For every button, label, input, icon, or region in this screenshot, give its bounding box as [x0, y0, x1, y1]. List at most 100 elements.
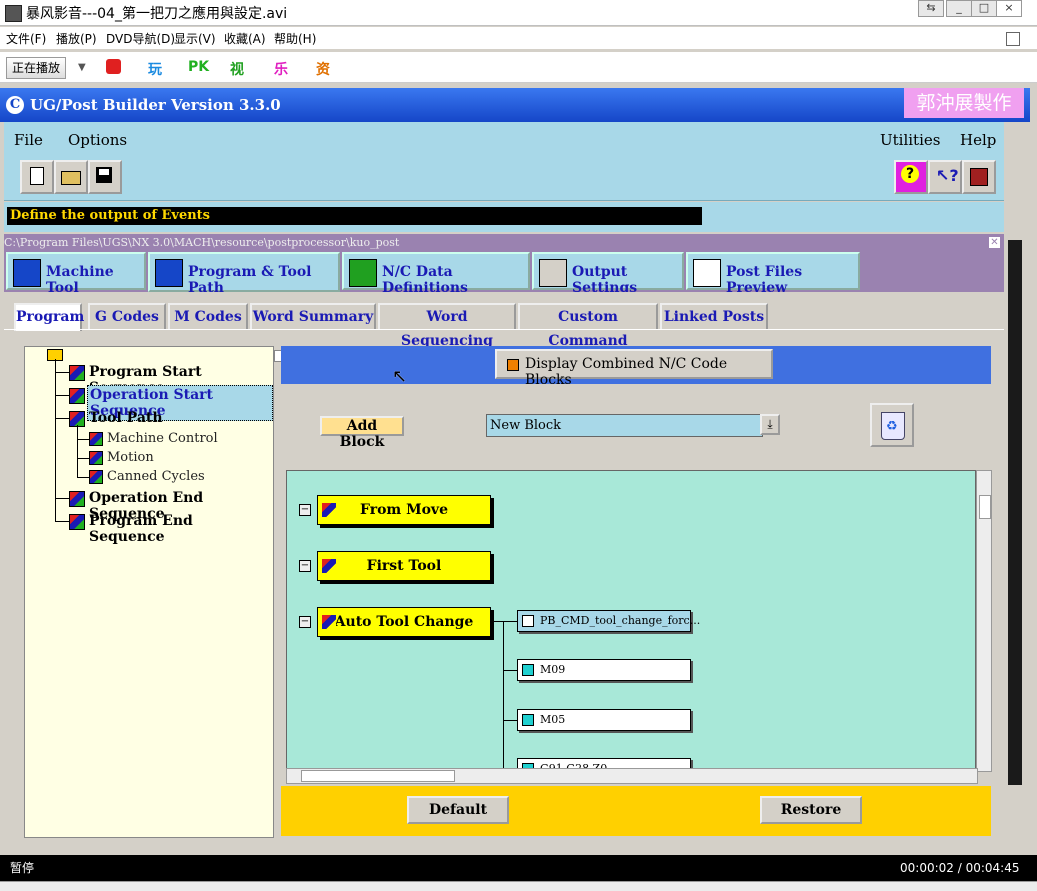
- subtab-g-codes[interactable]: G Codes: [88, 303, 166, 329]
- close-button[interactable]: ×: [996, 0, 1022, 17]
- new-file-icon[interactable]: [20, 160, 54, 194]
- main-tabs: Machine Tool Program & Tool Path N/C Dat…: [4, 252, 1004, 296]
- cube-icon: [89, 432, 103, 446]
- menu-file-ug[interactable]: File: [14, 131, 43, 149]
- subtab-program[interactable]: Program: [14, 303, 84, 331]
- play-channel-icon[interactable]: 玩: [148, 59, 162, 79]
- ug-menu-bar: File Options Utilities Help: [4, 122, 1004, 154]
- tree-item-program-end[interactable]: Program End Sequence: [89, 513, 273, 545]
- subtab-m-codes[interactable]: M Codes: [168, 303, 248, 329]
- tree-item-tool-path[interactable]: Tool Path: [89, 410, 163, 426]
- tab-machine-tool[interactable]: Machine Tool: [6, 252, 146, 296]
- event-canvas[interactable]: − From Move − First Tool − Auto Tool Cha…: [286, 470, 976, 770]
- horizontal-scrollbar[interactable]: [286, 768, 978, 784]
- menu-view[interactable]: 显示(V): [174, 30, 216, 47]
- context-help-icon[interactable]: ↖?: [928, 160, 962, 194]
- menu-options[interactable]: Options: [68, 131, 127, 149]
- minimize-button[interactable]: _: [946, 0, 972, 17]
- close-icon[interactable]: ✕: [989, 237, 1000, 248]
- save-icon[interactable]: [88, 160, 122, 194]
- music-channel-icon[interactable]: 乐: [274, 59, 288, 79]
- mouse-cursor-icon: ↖: [392, 366, 408, 387]
- post-path: C:\Program Files\UGS\NX 3.0\MACH\resourc…: [4, 236, 400, 249]
- footer-bar: [281, 786, 991, 836]
- add-block-button[interactable]: Add Block: [320, 416, 404, 450]
- playback-time: 00:00:02 / 00:04:45: [900, 861, 1020, 875]
- open-folder-icon[interactable]: [54, 160, 88, 194]
- info-channel-icon[interactable]: 资: [316, 59, 330, 79]
- help-balloon-icon[interactable]: ?: [894, 160, 928, 194]
- display-combined-button[interactable]: Display Combined N/C Code Blocks: [495, 349, 773, 388]
- subtab-word-sequencing[interactable]: Word Sequencing: [378, 303, 516, 349]
- tree-item-machine-control[interactable]: Machine Control: [107, 431, 218, 446]
- tree-item-canned-cycles[interactable]: Canned Cycles: [107, 469, 205, 484]
- menu-help[interactable]: 帮助(H): [274, 30, 316, 47]
- collapse-icon[interactable]: −: [299, 616, 311, 628]
- skin-button[interactable]: ⇆: [918, 0, 944, 17]
- vertical-scrollbar[interactable]: [976, 470, 992, 772]
- playback-status: 暂停: [10, 861, 35, 875]
- printer-icon: [693, 259, 721, 287]
- now-playing-tab[interactable]: 正在播放: [6, 57, 66, 79]
- path-bar: C:\Program Files\UGS\NX 3.0\MACH\resourc…: [4, 234, 1004, 252]
- home-icon[interactable]: [106, 59, 121, 74]
- tab-post-files-preview[interactable]: Post Files Preview: [686, 252, 860, 296]
- event-auto-tool-change[interactable]: Auto Tool Change: [317, 607, 491, 637]
- toolpath-icon: [155, 259, 183, 287]
- menu-favorites[interactable]: 收藏(A): [224, 30, 266, 47]
- manual-book-icon[interactable]: [962, 160, 996, 194]
- player-menu-bar: 文件(F) 播放(P) DVD导航(D) 显示(V) 收藏(A) 帮助(H): [0, 27, 1037, 49]
- subtab-word-summary[interactable]: Word Summary: [250, 303, 376, 329]
- cube-icon: [69, 491, 85, 507]
- app-icon: [5, 5, 22, 22]
- player-title-bar: 暴风影音---04_第一把刀之應用與設定.avi ⇆ _ □ ×: [0, 0, 1037, 26]
- video-channel-icon[interactable]: 视: [230, 59, 244, 79]
- machine-tool-icon: [13, 259, 41, 287]
- ug-title-bar: UG/Post Builder Version 3.3.0: [0, 88, 1030, 122]
- event-first-tool[interactable]: First Tool: [317, 551, 491, 581]
- nc-data-icon: [349, 259, 377, 287]
- dropdown-arrow-icon[interactable]: ⤓: [760, 414, 780, 435]
- chevron-down-icon[interactable]: ▼: [78, 62, 86, 73]
- tab-program-toolpath[interactable]: Program & Tool Path: [148, 252, 340, 296]
- menu-dvd[interactable]: DVD导航(D): [106, 30, 175, 47]
- menu-play[interactable]: 播放(P): [56, 30, 97, 47]
- tree-item-motion[interactable]: Motion: [107, 450, 154, 465]
- maximize-button[interactable]: □: [971, 0, 997, 17]
- status-message: Define the output of Events: [7, 207, 702, 225]
- background-window-edge: [1008, 240, 1022, 785]
- restore-button[interactable]: Restore: [760, 796, 862, 824]
- menu-file[interactable]: 文件(F): [6, 30, 46, 47]
- player-status-bar: 暂停 00:00:02 / 00:04:45: [0, 855, 1037, 881]
- block-m05[interactable]: M05: [517, 709, 691, 731]
- cube-icon: [69, 514, 85, 530]
- subtab-linked-posts[interactable]: Linked Posts: [660, 303, 768, 329]
- ug-logo-icon: C: [6, 96, 24, 114]
- menu-utilities[interactable]: Utilities: [880, 131, 940, 149]
- pk-channel-icon[interactable]: PK: [188, 59, 209, 75]
- block-m09[interactable]: M09: [517, 659, 691, 681]
- trash-icon[interactable]: ♻: [870, 403, 914, 447]
- new-block-select[interactable]: New Block: [486, 414, 763, 437]
- ug-toolbar: ? ↖?: [4, 154, 1004, 201]
- cube-icon: [69, 388, 85, 404]
- cube-icon: [89, 451, 103, 465]
- output-settings-icon: [539, 259, 567, 287]
- hand-icon: [522, 615, 534, 627]
- block-custom-command[interactable]: PB_CMD_tool_change_forc...: [517, 610, 700, 632]
- default-button[interactable]: Default: [407, 796, 509, 824]
- watermark: 郭沖展製作: [904, 88, 1024, 118]
- combined-indicator: [507, 359, 519, 371]
- event-from-move[interactable]: From Move: [317, 495, 491, 525]
- playlist-icon[interactable]: [1006, 32, 1020, 46]
- tab-output-settings[interactable]: Output Settings: [532, 252, 684, 296]
- collapse-icon[interactable]: −: [299, 504, 311, 516]
- window-title: 暴风影音---04_第一把刀之應用與設定.avi: [26, 6, 288, 22]
- subtab-custom-command[interactable]: Custom Command: [518, 303, 658, 349]
- ug-window-title: UG/Post Builder Version 3.3.0: [30, 96, 281, 114]
- tab-nc-data-definitions[interactable]: N/C Data Definitions: [342, 252, 530, 296]
- collapse-icon[interactable]: −: [299, 560, 311, 572]
- menu-help-ug[interactable]: Help: [960, 131, 996, 149]
- event-tree: Program Start Sequence Operation Start S…: [24, 346, 274, 838]
- cube-icon: [89, 470, 103, 484]
